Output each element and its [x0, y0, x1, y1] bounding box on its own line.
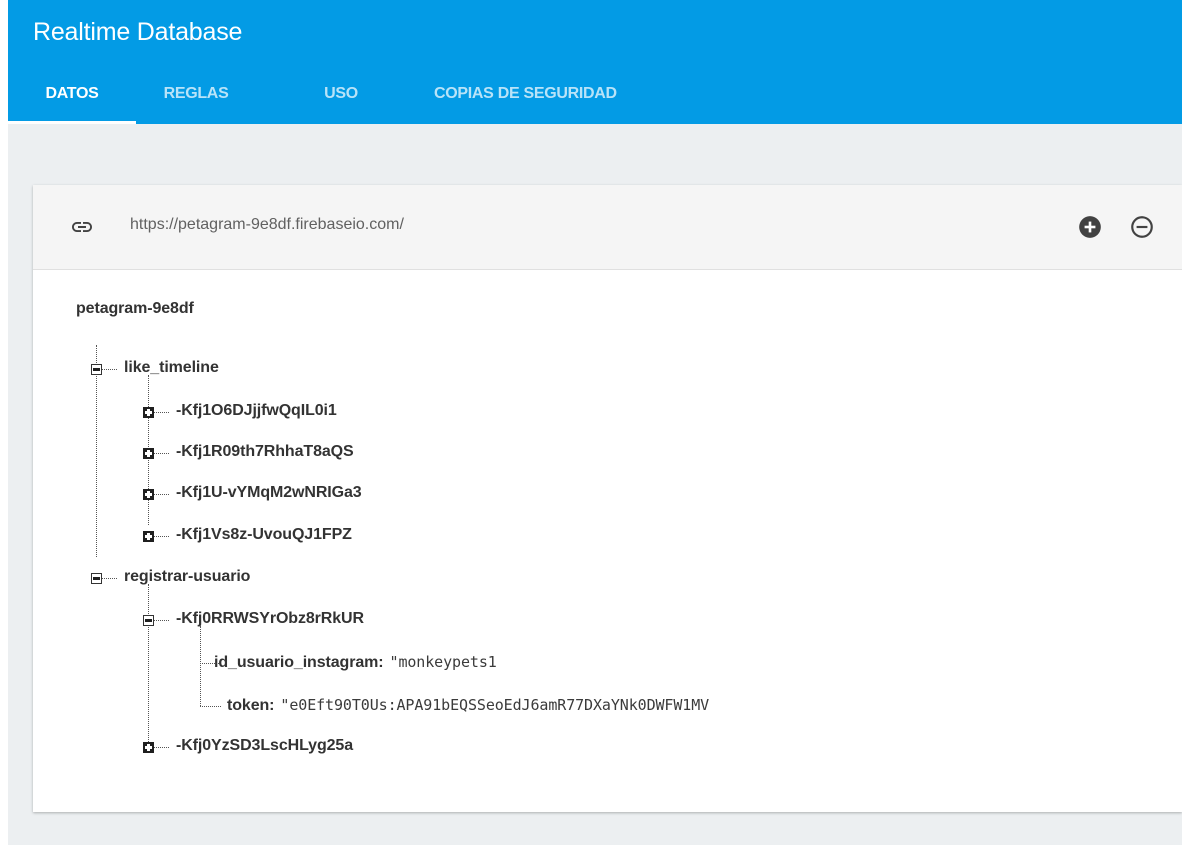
collapse-toggle[interactable] — [91, 364, 102, 375]
page-title: Realtime Database — [33, 18, 243, 46]
data-card: https://petagram-9e8df.firebaseio.com/ p… — [33, 185, 1182, 812]
expand-toggle[interactable] — [143, 742, 154, 753]
tree-connector — [148, 584, 149, 746]
collapse-toggle[interactable] — [91, 573, 102, 584]
tree-root[interactable]: petagram-9e8df — [76, 300, 194, 318]
expand-toggle[interactable] — [143, 448, 154, 459]
tree-node-key[interactable]: -Kfj1Vs8z-UvouQJ1FPZ — [176, 526, 352, 544]
field-name: id_usuario_instagram: — [214, 654, 384, 671]
field-name: token: — [227, 697, 275, 714]
tree-connector — [200, 626, 201, 706]
tree-node-registrar-usuario[interactable]: registrar-usuario — [124, 568, 250, 586]
tab-uso[interactable]: USO — [301, 64, 381, 124]
tree-node-key[interactable]: -Kfj1U-vYMqM2wNRIGa3 — [176, 484, 362, 502]
remove-circle-outline-icon[interactable] — [1129, 214, 1155, 240]
tree-node-key[interactable]: -Kfj0YzSD3LscHLyg25a — [176, 737, 353, 755]
expand-toggle[interactable] — [143, 407, 154, 418]
tree-node-like-timeline[interactable]: like_timeline — [124, 359, 219, 377]
active-tab-indicator — [8, 121, 136, 124]
database-url[interactable]: https://petagram-9e8df.firebaseio.com/ — [130, 216, 404, 234]
expand-toggle[interactable] — [143, 489, 154, 500]
data-tree: petagram-9e8df like_timeline -Kfj1O6DJjj… — [33, 269, 1182, 812]
app-header: Realtime Database DATOS REGLAS USO COPIA… — [8, 0, 1182, 124]
link-icon — [72, 222, 92, 232]
tree-node-key[interactable]: -Kfj1O6DJjjfwQqIL0i1 — [176, 402, 337, 420]
left-edge — [0, 0, 8, 845]
field-value[interactable]: "monkeypets1 — [390, 653, 497, 671]
tree-connector — [200, 706, 221, 707]
tab-copias-de-seguridad[interactable]: COPIAS DE SEGURIDAD — [414, 64, 714, 124]
url-bar: https://petagram-9e8df.firebaseio.com/ — [33, 185, 1182, 270]
expand-toggle[interactable] — [143, 531, 154, 542]
field-value[interactable]: "e0Eft90T0Us:APA91bEQSSeoEdJ6amR77DXaYNk… — [280, 696, 709, 714]
tree-node-key[interactable]: -Kfj0RRWSYrObz8rRkUR — [176, 610, 364, 628]
add-circle-icon[interactable] — [1077, 214, 1103, 240]
tree-node-key[interactable]: -Kfj1R09th7RhhaT8aQS — [176, 443, 354, 461]
field-id-usuario-instagram[interactable]: id_usuario_instagram: "monkeypets1 — [214, 653, 497, 672]
tab-datos[interactable]: DATOS — [8, 64, 136, 124]
collapse-toggle[interactable] — [143, 615, 154, 626]
field-token[interactable]: token: "e0Eft90T0Us:APA91bEQSSeoEdJ6amR77… — [227, 696, 709, 715]
tree-connector — [96, 345, 97, 557]
tab-reglas[interactable]: REGLAS — [136, 64, 256, 124]
